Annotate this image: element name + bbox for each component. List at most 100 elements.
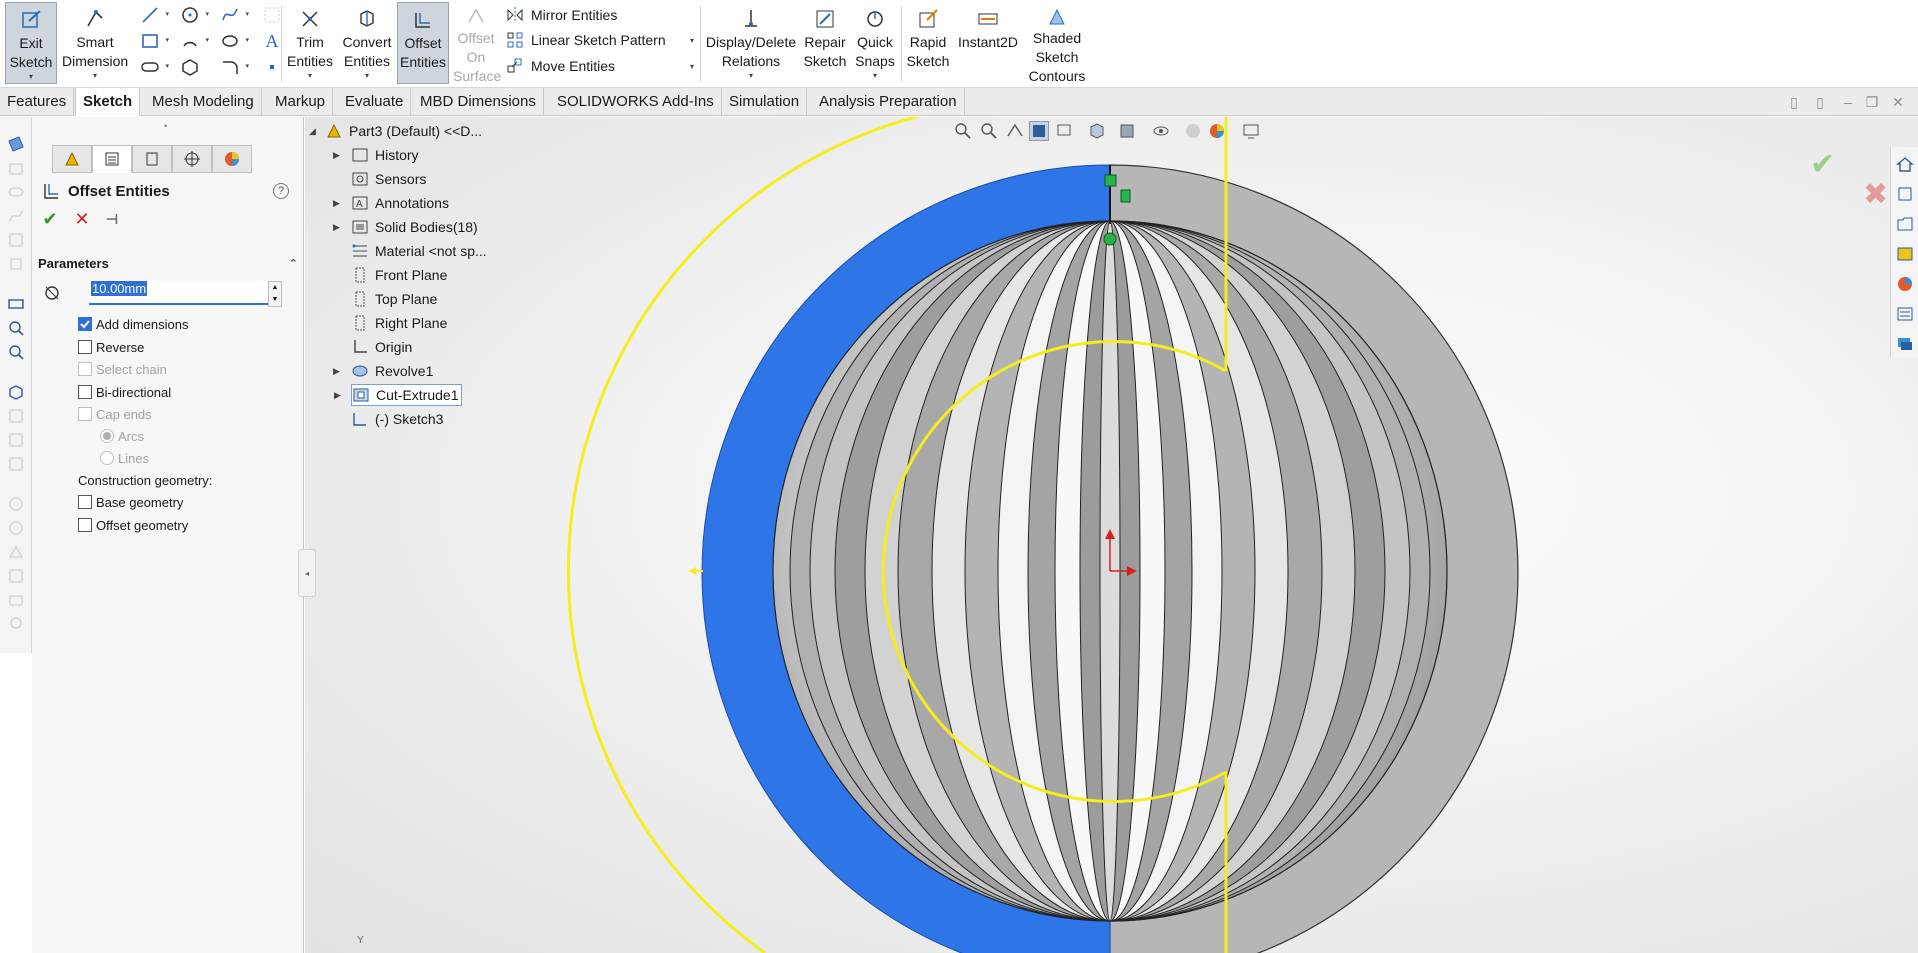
chevron-down-icon[interactable]: ▾	[29, 72, 33, 82]
linear-sketch-pattern-button[interactable]: Linear Sketch Pattern	[505, 28, 666, 52]
repair-sketch-button[interactable]: Repair Sketch	[800, 2, 850, 84]
appearance-icon[interactable]	[7, 495, 25, 513]
chevron-down-icon[interactable]: ▾	[308, 71, 312, 81]
tree-item-history[interactable]: ▶ History	[333, 144, 419, 166]
offset-geometry-checkbox[interactable]	[78, 518, 92, 532]
cap-ends-checkbox[interactable]	[78, 407, 92, 421]
confirm-ok-icon[interactable]: ✔	[1810, 147, 1835, 182]
tree-item-front-plane[interactable]: Front Plane	[351, 264, 447, 286]
file-explorer-icon[interactable]	[1896, 215, 1914, 233]
offset-geometry-option[interactable]: Offset geometry	[78, 515, 188, 535]
lines-radio[interactable]	[100, 451, 114, 465]
bi-directional-option[interactable]: Bi-directional	[78, 382, 171, 402]
edit-appearance-icon[interactable]	[1183, 121, 1203, 141]
tree-root-part[interactable]: ◢ Part3 (Default) <<D...	[309, 120, 482, 142]
zoom-area-icon[interactable]	[7, 343, 25, 361]
light-icon[interactable]	[7, 615, 25, 633]
polygon-tool-button[interactable]	[177, 56, 203, 78]
panel-collapse-handle[interactable]: ◂	[298, 549, 316, 597]
loft-icon[interactable]	[7, 231, 25, 249]
offset-distance-input[interactable]: 10.00mm	[89, 281, 269, 305]
boundary-icon[interactable]	[7, 255, 25, 273]
distance-spinner[interactable]: ▲ ▼	[268, 281, 282, 307]
line-tool-button[interactable]: ▾	[137, 4, 169, 26]
move-entities-button[interactable]: Move Entities	[505, 54, 615, 78]
tab-solidworks-add-ins[interactable]: SOLIDWORKS Add-Ins	[550, 88, 722, 116]
tab-feature-manager[interactable]	[52, 145, 92, 173]
render-icon[interactable]	[7, 543, 25, 561]
close-icon[interactable]: ✕	[1890, 94, 1906, 110]
display-style-icon[interactable]	[7, 431, 25, 449]
rectangle-tool-button[interactable]: ▾	[137, 30, 169, 52]
custom-properties-icon[interactable]	[1896, 305, 1914, 323]
exit-sketch-button[interactable]: Exit Sketch ▾	[5, 2, 57, 84]
chevron-right-icon[interactable]: ▶	[334, 390, 344, 401]
tab-mbd-dimensions[interactable]: MBD Dimensions	[413, 88, 544, 116]
tab-sketch[interactable]: Sketch	[75, 88, 141, 116]
tree-item-top-plane[interactable]: Top Plane	[351, 288, 437, 310]
tree-item-sketch3[interactable]: (-) Sketch3	[351, 408, 443, 430]
appearances-icon[interactable]	[1896, 275, 1914, 293]
pushpin-icon[interactable]: ⊣	[102, 209, 122, 229]
apply-scene-icon[interactable]	[1207, 121, 1227, 141]
extrude-icon[interactable]	[7, 159, 25, 177]
chevron-right-icon[interactable]: ▶	[333, 150, 343, 161]
restore-icon[interactable]: ❐	[1864, 94, 1880, 110]
spline-tool-button[interactable]: ▾	[217, 4, 249, 26]
circle-tool-button[interactable]: ▾	[177, 4, 209, 26]
lines-option[interactable]: Lines	[100, 448, 149, 468]
dynamic-annotation-icon[interactable]	[1055, 121, 1075, 141]
ellipse-tool-button[interactable]: ▾	[217, 30, 249, 52]
display-delete-relations-button[interactable]: Display/Delete Relations ▾	[704, 2, 798, 84]
graphics-area[interactable]: ◢ Part3 (Default) <<D... ▶ History Senso…	[305, 117, 1918, 953]
tree-item-right-plane[interactable]: Right Plane	[351, 312, 447, 334]
tab-display-manager[interactable]	[212, 145, 252, 173]
home-icon[interactable]	[1896, 155, 1914, 173]
chevron-right-icon[interactable]: ▶	[333, 366, 343, 377]
arcs-option[interactable]: Arcs	[100, 426, 144, 446]
trim-entities-button[interactable]: Trim Entities ▾	[284, 2, 336, 84]
shaded-sketch-contours-button[interactable]: Shaded Sketch Contours	[1024, 2, 1090, 84]
offset-entities-button[interactable]: Offset Entities	[397, 2, 449, 84]
view-palette-icon[interactable]	[1896, 245, 1914, 263]
tab-mesh-modeling[interactable]: Mesh Modeling	[145, 88, 262, 116]
chevron-down-icon[interactable]: ▾	[93, 71, 97, 81]
rapid-sketch-button[interactable]: Rapid Sketch	[904, 2, 952, 84]
parameters-section-header[interactable]: Parameters ⌃	[38, 253, 298, 273]
tree-item-sensors[interactable]: Sensors	[351, 168, 426, 190]
confirm-cancel-icon[interactable]: ✖	[1863, 177, 1888, 212]
measure-icon[interactable]	[7, 295, 25, 313]
quick-snaps-button[interactable]: Quick Snaps ▾	[852, 2, 898, 84]
base-geometry-checkbox[interactable]	[78, 495, 92, 509]
slot-tool-button[interactable]: ▾	[137, 56, 169, 78]
tab-dimxpert-manager[interactable]	[172, 145, 212, 173]
offset-on-surface-button[interactable]: Offset On Surface	[451, 2, 501, 84]
instant2d-button[interactable]: Instant2D	[954, 2, 1022, 84]
base-geometry-option[interactable]: Base geometry	[78, 492, 183, 512]
tree-item-material[interactable]: Material <not sp...	[351, 240, 487, 262]
camera-icon[interactable]	[7, 591, 25, 609]
tile-left-icon[interactable]: ▯	[1786, 94, 1802, 110]
chevron-down-icon[interactable]: ▾	[690, 36, 694, 45]
hide-show-items-icon[interactable]	[1151, 121, 1171, 141]
reverse-checkbox[interactable]	[78, 340, 92, 354]
select-chain-option[interactable]: Select chain	[78, 359, 167, 379]
chevron-up-icon[interactable]: ⌃	[289, 257, 298, 270]
ok-checkmark-icon[interactable]: ✔	[40, 209, 60, 229]
help-icon[interactable]: ?	[273, 183, 289, 199]
tree-item-origin[interactable]: Origin	[351, 336, 412, 358]
section-view-icon[interactable]	[7, 407, 25, 425]
previous-view-icon[interactable]	[1005, 121, 1025, 141]
chevron-down-icon[interactable]: ▾	[365, 71, 369, 81]
tab-analysis-preparation[interactable]: Analysis Preparation	[812, 88, 965, 116]
sketch-plane-icon[interactable]	[7, 135, 25, 153]
chevron-right-icon[interactable]: ▶	[333, 222, 343, 233]
view-settings-icon[interactable]	[1241, 121, 1261, 141]
decal-icon[interactable]	[7, 567, 25, 585]
tab-features[interactable]: Features	[0, 88, 75, 116]
tab-configuration-manager[interactable]	[132, 145, 172, 173]
cancel-x-icon[interactable]: ✕	[72, 209, 92, 229]
cap-ends-option[interactable]: Cap ends	[78, 404, 152, 424]
zoom-to-area-icon[interactable]	[979, 121, 999, 141]
tab-evaluate[interactable]: Evaluate	[338, 88, 412, 116]
